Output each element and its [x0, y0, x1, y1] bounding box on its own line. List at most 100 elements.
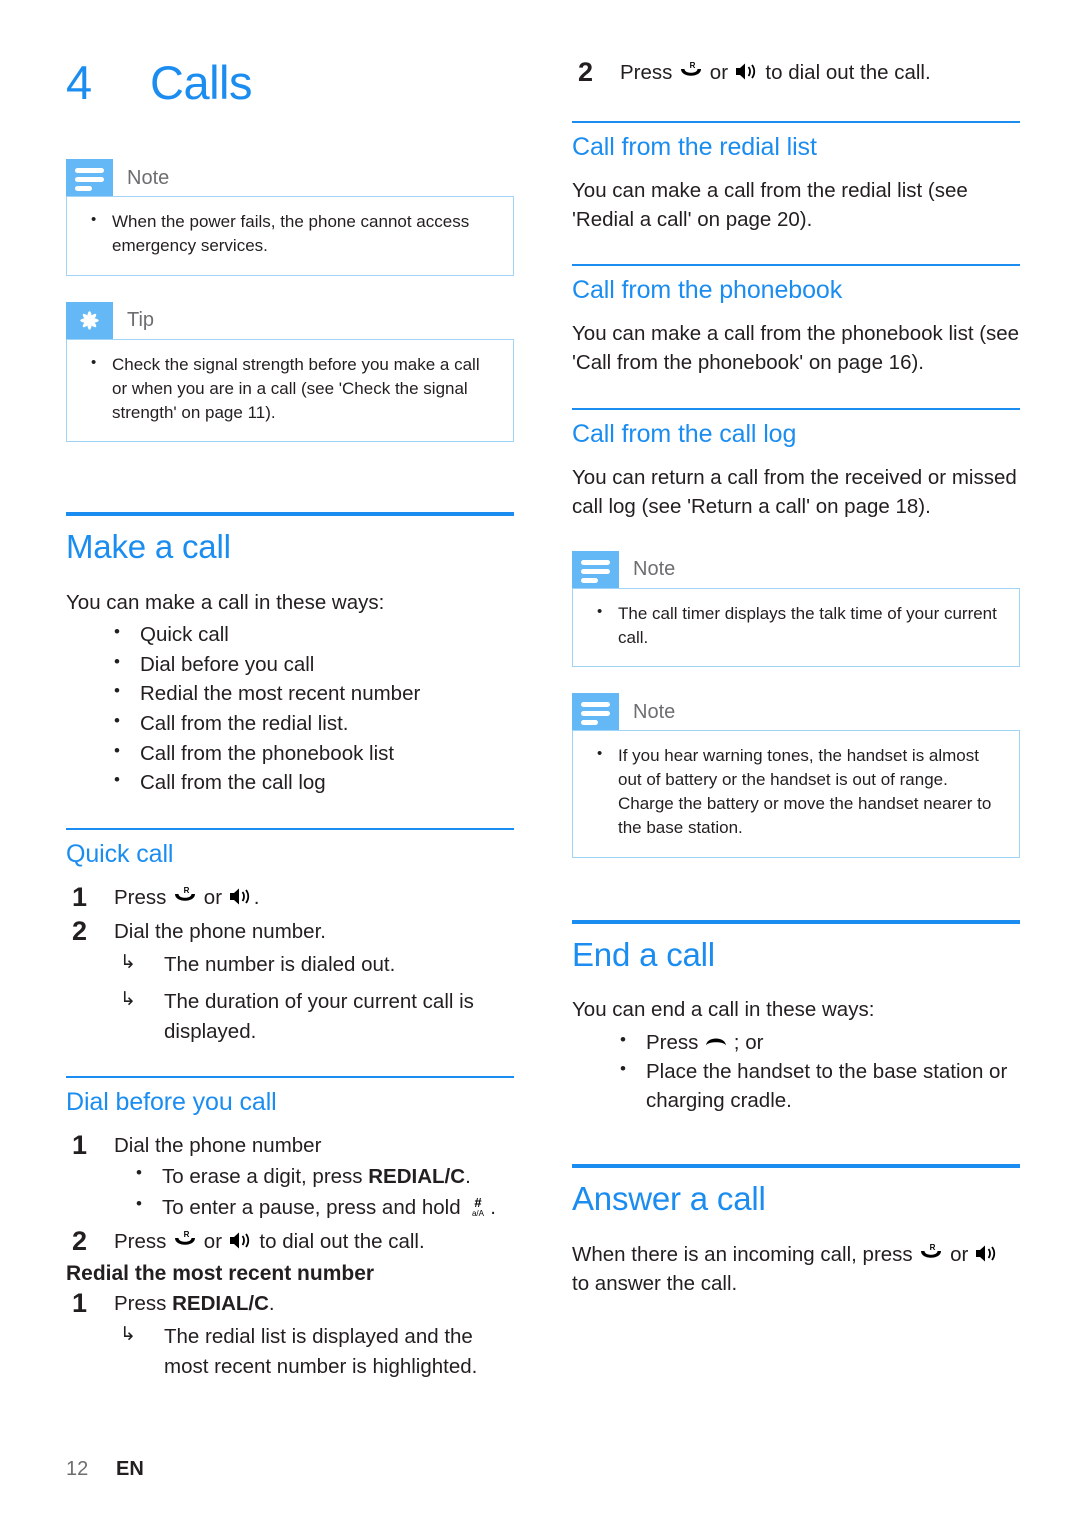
step-text-pre: Press — [114, 1230, 173, 1254]
callout-header: Note — [572, 693, 1020, 731]
dial-before-steps: 1 Dial the phone number To erase a digit… — [66, 1130, 514, 1256]
callout-label: Tip — [127, 309, 155, 332]
step-results: ↳ The number is dialed out. ↳ The duration… — [114, 950, 514, 1045]
talk-handset-icon: R — [172, 886, 198, 907]
step-number: 1 — [72, 1288, 88, 1319]
result-arrow-icon: ↳ — [120, 989, 136, 1011]
list-item: Call from the phonebook list — [66, 739, 514, 769]
continued-step: 2 Press R or to dial out the call. — [572, 57, 1020, 87]
key-label-redial-c: REDIAL/C — [172, 1292, 269, 1316]
result-text: The redial list is displayed and the mos… — [164, 1325, 478, 1378]
step-text-mid: or — [198, 1230, 228, 1254]
list-item: The call timer displays the talk time of… — [589, 601, 1003, 650]
list-item: To erase a digit, press REDIAL/C. — [114, 1161, 514, 1191]
result-arrow-icon: ↳ — [120, 952, 136, 974]
callout-label: Note — [633, 700, 676, 723]
list-item: Call from the call log — [66, 768, 514, 798]
result-text: The duration of your current call is dis… — [164, 990, 474, 1043]
list-item: To enter a pause, press and hold #a/A. — [114, 1192, 514, 1222]
step-number: 1 — [72, 1129, 88, 1160]
end-a-call-intro: You can end a call in these ways: — [572, 998, 875, 1022]
sub-text-post: . — [465, 1164, 471, 1188]
step-text-post: to dial out the call. — [759, 61, 931, 84]
talk-handset-icon: R — [172, 1230, 198, 1251]
callout-body: Check the signal strength before you mak… — [66, 338, 514, 442]
result-text: The number is dialed out. — [164, 953, 396, 977]
list-item: When the power fails, the phone cannot a… — [83, 209, 497, 258]
list-item: Place the handset to the base station or… — [572, 1057, 1020, 1115]
subsection-heading-call-from-call-log: Call from the call log — [572, 419, 797, 448]
tip-asterisk-icon — [66, 301, 113, 339]
step-text-pre: Press — [114, 1292, 173, 1316]
speakerphone-icon — [228, 1230, 254, 1251]
list-item: Redial the most recent number — [66, 679, 514, 709]
list-item: Quick call — [66, 620, 514, 650]
subsection-heading-quick-call: Quick call — [66, 840, 174, 869]
callout-label: Note — [127, 166, 170, 189]
result-arrow-icon: ↳ — [120, 1324, 136, 1346]
subsection-heading-call-from-redial-list: Call from the redial list — [572, 133, 817, 162]
step-item: 2 Press R or to dial out the call. — [572, 57, 1020, 87]
note-callout-call-timer: Note The call timer displays the talk ti… — [572, 550, 1020, 668]
callout-header: Note — [572, 550, 1020, 588]
answer-text-post: to answer the call. — [572, 1271, 738, 1295]
section-rule — [572, 919, 1020, 924]
key-label-redial-c: REDIAL/C — [368, 1164, 466, 1188]
step-text-post: to dial out the call. — [253, 1230, 425, 1254]
step-item: 1 Dial the phone number To erase a digit… — [66, 1130, 514, 1222]
end-a-call-ways-list: Press ; or Place the handset to the base… — [572, 1028, 1020, 1116]
step-text-mid: or — [198, 886, 228, 910]
chapter-number: 4 — [66, 56, 92, 109]
manual-page: 4 Calls Note When the power fails, the p… — [0, 0, 1080, 1527]
result-item: ↳ The duration of your current call is di… — [114, 987, 514, 1045]
step-text: Dial the phone number — [114, 1133, 322, 1157]
call-from-phonebook-body: You can make a call from the phonebook l… — [572, 322, 1020, 375]
footer-language-code: EN — [116, 1458, 144, 1480]
subsection-rule — [572, 121, 1020, 124]
subsection-rule — [572, 264, 1020, 267]
answer-a-call-body: When there is an incoming call, press R … — [572, 1240, 1020, 1298]
step-text: Press R or to dial out the call. — [620, 61, 931, 84]
svg-text:R: R — [690, 61, 696, 70]
speakerphone-icon — [734, 61, 760, 82]
step-item: 2 Press R or to dial out the call. — [66, 1226, 514, 1256]
subsection-rule — [66, 1075, 514, 1078]
step-text: Press R or . — [114, 886, 259, 909]
list-item: Dial before you call — [66, 650, 514, 680]
redial-recent-steps: 1 Press REDIAL/C. ↳ The redial list is di… — [66, 1288, 514, 1380]
svg-text:R: R — [184, 1230, 190, 1239]
speakerphone-icon — [974, 1243, 1000, 1264]
step-text-mid: or — [704, 61, 734, 84]
step-item: 1 Press R or . — [66, 882, 514, 912]
result-item: ↳ The redial list is displayed and the mo… — [114, 1322, 514, 1380]
callout-body: The call timer displays the talk time of… — [572, 587, 1020, 668]
result-item: ↳ The number is dialed out. — [114, 950, 514, 979]
callout-body: If you hear warning tones, the handset i… — [572, 730, 1020, 858]
section-heading-end-a-call: End a call — [572, 935, 715, 973]
list-item: Check the signal strength before you mak… — [83, 352, 497, 425]
subsection-rule — [572, 407, 1020, 410]
answer-text-mid: or — [944, 1242, 975, 1266]
subsection-heading-redial-most-recent: Redial the most recent number — [66, 1262, 375, 1286]
callout-header: Tip — [66, 301, 514, 339]
speakerphone-icon — [228, 886, 254, 907]
step-number: 2 — [72, 1226, 88, 1257]
callout-body: When the power fails, the phone cannot a… — [66, 196, 514, 276]
svg-text:a/A: a/A — [472, 1209, 485, 1218]
callout-header: Note — [66, 159, 514, 197]
hash-aA-key-icon: # a/A — [466, 1195, 490, 1218]
make-a-call-intro: You can make a call in these ways: — [66, 590, 385, 614]
call-from-redial-list-body: You can make a call from the redial list… — [572, 179, 968, 232]
talk-handset-icon: R — [678, 61, 704, 82]
note-callout-power: Note When the power fails, the phone can… — [66, 159, 514, 276]
section-heading-answer-a-call: Answer a call — [572, 1179, 766, 1217]
left-column: 4 Calls Note When the power fails, the p… — [66, 58, 514, 1389]
way-text-post: ; or — [728, 1030, 764, 1054]
sub-text-pre: To erase a digit, press — [162, 1164, 369, 1188]
page-footer: 12 EN — [66, 1458, 144, 1481]
list-item: Call from the redial list. — [66, 709, 514, 739]
sub-text-post: . — [490, 1195, 496, 1219]
step-text: Dial the phone number. — [114, 920, 326, 944]
note-lines-icon — [66, 159, 113, 197]
step-text-pre: Press — [114, 886, 173, 910]
